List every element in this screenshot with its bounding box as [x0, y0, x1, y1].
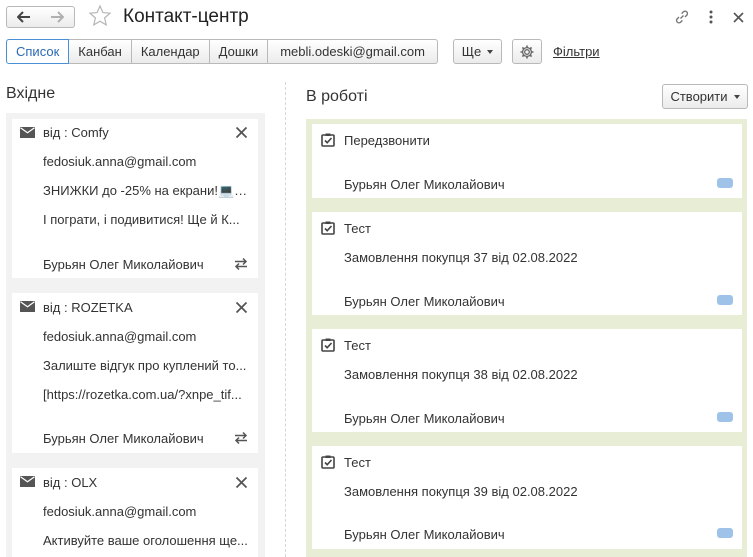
- incoming-column-title: Вхідне: [6, 85, 56, 102]
- tab-kanban[interactable]: Канбан: [69, 39, 132, 64]
- create-button[interactable]: Створити: [662, 84, 748, 109]
- arrow-right-icon: [51, 11, 64, 23]
- swap-arrows-icon[interactable]: [234, 431, 248, 445]
- forward-button[interactable]: [40, 6, 75, 28]
- assignee: Бурьян Олег Миколайович: [344, 177, 505, 192]
- task-subtitle: Замовлення покупця 38 від 02.08.2022: [344, 367, 578, 382]
- tab-list[interactable]: Список: [6, 39, 70, 64]
- assignee: Бурьян Олег Миколайович: [344, 411, 505, 426]
- email: fedosiuk.anna@gmail.com: [43, 504, 197, 519]
- chevron-down-icon: [487, 49, 494, 54]
- assignee: Бурьян Олег Миколайович: [344, 294, 505, 309]
- close-icon[interactable]: [235, 301, 248, 314]
- checkbox-icon: [321, 221, 335, 235]
- message-subject: Залиште відгук про куплений то...: [43, 358, 247, 373]
- link-icon[interactable]: [672, 7, 692, 27]
- filters-link[interactable]: Фільтри: [553, 44, 600, 59]
- more-vertical-icon[interactable]: [701, 7, 721, 27]
- envelope-icon: [20, 301, 35, 312]
- task-card[interactable]: Тест Замовлення покупця 37 від 02.08.202…: [312, 212, 742, 315]
- checkbox-icon: [321, 338, 335, 352]
- task-card[interactable]: Тест Замовлення покупця 38 від 02.08.202…: [312, 329, 742, 432]
- close-icon[interactable]: [235, 476, 248, 489]
- in-work-column-title: В роботі: [306, 88, 368, 105]
- task-title: Передзвонити: [344, 133, 430, 148]
- task-tag: [717, 412, 733, 422]
- task-title: Тест: [344, 455, 371, 470]
- task-subtitle: Замовлення покупця 37 від 02.08.2022: [344, 250, 578, 265]
- close-icon[interactable]: [728, 7, 748, 27]
- star-icon[interactable]: [88, 4, 112, 28]
- more-button[interactable]: Ще: [453, 39, 502, 64]
- envelope-icon: [20, 476, 35, 487]
- message-subject: Активуйте ваше оголошення ще...: [43, 533, 248, 548]
- sender: від : ROZETKA: [43, 300, 133, 315]
- task-tag: [717, 528, 733, 538]
- email: fedosiuk.anna@gmail.com: [43, 329, 197, 344]
- message-preview: [https://rozetka.com.ua/?xnpe_tif...: [43, 387, 242, 402]
- sender: від : OLX: [43, 475, 98, 490]
- incoming-card[interactable]: від : ROZETKA fedosiuk.anna@gmail.com За…: [12, 293, 258, 453]
- create-button-label: Створити: [670, 89, 728, 104]
- assignee: Бурьян Олег Миколайович: [43, 257, 204, 272]
- tab-calendar[interactable]: Календар: [131, 39, 210, 64]
- swap-arrows-icon[interactable]: [234, 257, 248, 271]
- task-card[interactable]: Тест Замовлення покупця 39 від 02.08.202…: [312, 446, 742, 549]
- more-button-label: Ще: [461, 44, 482, 59]
- incoming-card[interactable]: від : Comfy fedosiuk.anna@gmail.com ЗНИЖ…: [12, 119, 258, 278]
- message-subject: ЗНИЖКИ до -25% на екрани!💻🖥: [43, 183, 250, 198]
- checkbox-icon: [321, 455, 335, 469]
- view-switcher: Список Канбан Календар Дошки mebli.odesk…: [6, 39, 438, 64]
- checkbox-icon: [321, 133, 335, 147]
- close-icon[interactable]: [235, 126, 248, 139]
- task-card[interactable]: Передзвонити Бурьян Олег Миколайович: [312, 124, 742, 198]
- task-tag: [717, 178, 733, 188]
- task-subtitle: Замовлення покупця 39 від 02.08.2022: [344, 484, 578, 499]
- incoming-card[interactable]: від : OLX fedosiuk.anna@gmail.com Активу…: [12, 468, 258, 557]
- column-divider: [285, 82, 286, 557]
- back-button[interactable]: [6, 6, 41, 28]
- arrow-left-icon: [16, 11, 30, 23]
- page-title: Контакт-центр: [123, 6, 249, 27]
- task-title: Тест: [344, 338, 371, 353]
- assignee: Бурьян Олег Миколайович: [344, 527, 505, 542]
- task-tag: [717, 295, 733, 305]
- message-preview: І пограти, і подивитися! Ще й К...: [43, 212, 240, 227]
- email: fedosiuk.anna@gmail.com: [43, 154, 197, 169]
- sender: від : Comfy: [43, 125, 109, 140]
- settings-button[interactable]: [512, 39, 542, 64]
- assignee: Бурьян Олег Миколайович: [43, 431, 204, 446]
- task-title: Тест: [344, 221, 371, 236]
- tab-mailbox[interactable]: mebli.odeski@gmail.com: [268, 39, 438, 64]
- chevron-down-icon: [733, 94, 740, 99]
- gear-icon: [520, 45, 534, 58]
- envelope-icon: [20, 127, 35, 138]
- tab-boards[interactable]: Дошки: [209, 39, 269, 64]
